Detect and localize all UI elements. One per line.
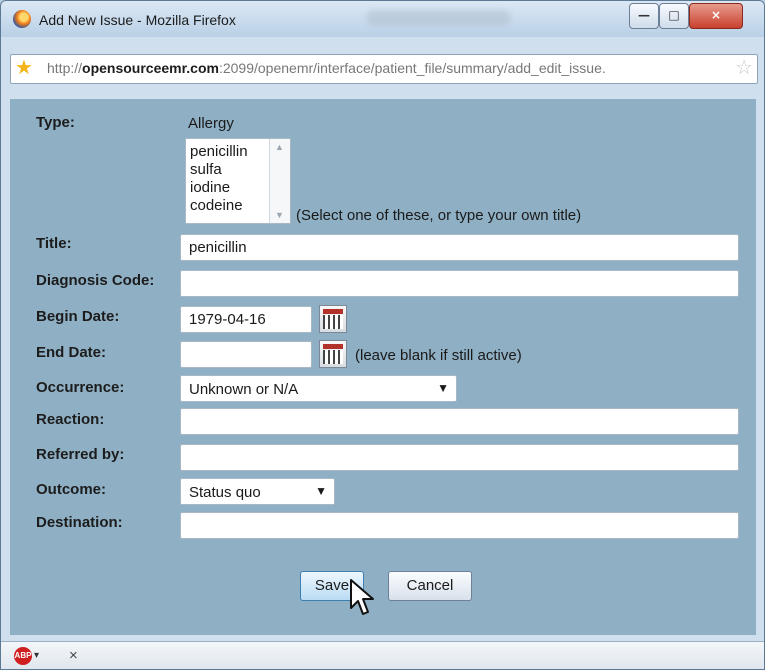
calendar-icon[interactable] [319,305,347,333]
outcome-select[interactable]: Status quo ▼ [180,478,335,505]
firefox-window: Add New Issue - Mozilla Firefox — □ × ★ … [0,0,765,670]
outcome-selected: Status quo [189,484,261,501]
firefox-logo-icon [13,10,31,28]
title-option[interactable]: codeine [190,197,268,215]
url-domain: opensourceemr.com [82,60,219,76]
diagnosis-code-label: Diagnosis Code: [36,272,155,289]
url-prefix: http:// [47,60,83,76]
title-option[interactable]: sulfa [190,161,268,179]
close-window-button[interactable]: × [689,3,743,29]
title-options-list[interactable]: penicillin sulfa iodine codeine ▲ ▼ [185,138,291,224]
issue-form: Type: Allergy penicillin sulfa iodine co… [10,99,756,635]
favorite-star-icon: ★ [15,57,33,79]
calendar-icon[interactable] [319,340,347,368]
destination-field[interactable] [180,512,739,539]
close-icon[interactable]: × [69,647,78,664]
type-label: Type: [36,114,75,131]
end-date-label: End Date: [36,344,107,361]
begin-date-label: Begin Date: [36,308,120,325]
end-date-hint: (leave blank if still active) [355,347,522,364]
mouse-cursor-icon [350,579,374,615]
cancel-button[interactable]: Cancel [388,571,472,601]
status-bar: ABP ▾ × [1,641,764,669]
maximize-button[interactable]: □ [659,3,689,29]
occurrence-label: Occurrence: [36,379,125,396]
url-rest: :2099/openemr/interface/patient_file/sum… [218,60,606,76]
title-field[interactable] [180,234,739,261]
minimize-button[interactable]: — [629,3,659,29]
type-value: Allergy [188,115,234,132]
outcome-label: Outcome: [36,481,107,498]
url-text[interactable]: http://opensourceemr.com:2099/openemr/in… [47,60,717,78]
window-title: Add New Issue - Mozilla Firefox [39,12,236,28]
url-bar[interactable]: ★ http://opensourceemr.com:2099/openemr/… [10,54,758,84]
listbox-scrollbar[interactable]: ▲ ▼ [269,139,290,223]
title-label: Title: [36,235,72,252]
occurrence-select[interactable]: Unknown or N/A ▼ [180,375,457,402]
chevron-down-icon: ▼ [315,484,327,498]
chevron-down-icon: ▼ [437,381,449,395]
reaction-label: Reaction: [36,411,105,428]
title-option[interactable]: penicillin [190,143,268,161]
title-hint: (Select one of these, or type your own t… [296,207,582,224]
scroll-up-arrow-icon[interactable]: ▲ [275,142,284,152]
bookmark-star-icon[interactable]: ☆ [735,57,753,79]
occurrence-selected: Unknown or N/A [189,381,299,398]
adblock-menu-arrow-icon[interactable]: ▾ [34,650,39,661]
title-bar: Add New Issue - Mozilla Firefox — □ × [1,1,764,37]
title-option[interactable]: iodine [190,179,268,197]
destination-label: Destination: [36,514,123,531]
scroll-down-arrow-icon[interactable]: ▼ [275,210,284,220]
referred-by-field[interactable] [180,444,739,471]
end-date-field[interactable] [180,341,312,368]
adblock-plus-icon[interactable]: ABP [14,647,32,665]
background-window-title-blur [366,10,511,26]
referred-by-label: Referred by: [36,446,125,463]
reaction-field[interactable] [180,408,739,435]
title-options: penicillin sulfa iodine codeine [190,143,268,215]
diagnosis-code-field[interactable] [180,270,739,297]
begin-date-field[interactable] [180,306,312,333]
